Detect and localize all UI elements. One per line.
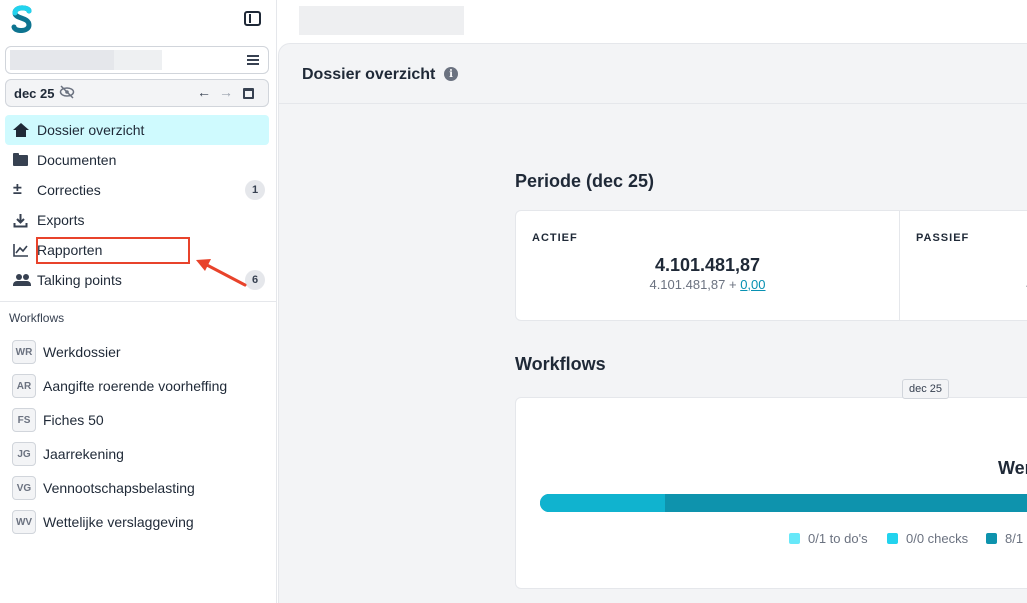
actief-sub-value: 4.101.481,87 + [649,277,741,292]
workflow-item-vennootschapsbelasting[interactable]: VG Vennootschapsbelasting [5,471,269,505]
actief-label: ACTIEF [532,232,578,244]
actief-value: 4.101.481,87 [654,255,761,275]
workflow-code-badge: AR [12,374,36,398]
legend-item-checks: 0/0 checks [887,531,968,546]
home-icon [5,123,37,137]
sidebar-toggle-icon[interactable] [244,11,261,26]
legend-item-todos: 0/1 to do's [789,531,868,546]
workflow-label: Werkdossier [43,344,121,360]
nav-item-exports[interactable]: Exports [5,205,269,235]
chart-line-icon [5,243,37,257]
workflow-label: Fiches 50 [43,412,104,428]
legend-swatch [789,533,800,544]
workflow-item-wettelijke-verslaggeving[interactable]: WV Wettelijke verslaggeving [5,505,269,539]
workflows-section-title: Workflows [515,354,606,374]
page-title: Dossier overzicht [302,66,436,83]
previous-period-icon[interactable]: ← [197,84,211,100]
balance-card: ACTIEF 4.101.481,87 4.101.481,87 + 0,00 … [515,210,1027,321]
nav-label: Talking points [37,272,122,288]
next-period-icon[interactable]: → [219,84,233,100]
workflow-progress-bar[interactable] [540,494,1027,512]
period-selector[interactable]: dec 25 ← → [5,79,269,107]
page-header: Dossier overzicht i [279,44,1027,104]
workflow-code-badge: VG [12,476,36,500]
workflow-label: Jaarrekening [43,446,124,462]
workflow-code-badge: WV [12,510,36,534]
nav-item-dossier-overzicht[interactable]: Dossier overzicht [5,115,269,145]
users-icon [5,274,37,286]
nav-label: Exports [37,212,85,228]
plus-minus-icon: ± [13,181,22,198]
legend-swatch [887,533,898,544]
legend-item-done: 8/1 [986,531,1023,546]
app-logo[interactable] [11,5,33,33]
menu-icon[interactable] [247,55,259,65]
dossier-name-placeholder [10,50,114,70]
count-badge: 1 [245,180,265,200]
legend-swatch [986,533,997,544]
sidebar-divider [0,301,277,302]
dossier-selector[interactable] [5,46,269,74]
workflow-label: Aangifte roerende voorheffing [43,378,228,394]
actief-breakdown: 4.101.481,87 + 0,00 [516,277,899,292]
progress-segment-todo [540,494,665,512]
period-title: Periode (dec 25) [515,171,655,191]
workflow-label: Wettelijke verslaggeving [43,514,194,530]
workflow-item-fiches-50[interactable]: FS Fiches 50 [5,403,269,437]
sidebar: dec 25 ← → Dossier overzicht Documenten … [0,0,277,603]
workflow-item-werkdossier[interactable]: WR Werkdossier [5,335,269,369]
calendar-icon[interactable] [243,88,254,99]
folder-icon [5,152,37,166]
nav-label: Dossier overzicht [37,122,145,138]
workflow-progress-card: Wer 0/1 to do's 0/0 checks 8/1 [515,397,1027,589]
main-content: Dossier overzicht i Periode (dec 25) ACT… [278,43,1027,603]
column-divider [899,211,900,320]
workflow-label: Vennootschapsbelasting [43,480,195,496]
info-icon[interactable]: i [444,67,458,81]
nav-label: Correcties [37,182,101,198]
period-tooltip: dec 25 [902,379,950,399]
workflows-header: Workflows [9,311,65,325]
nav-item-documenten[interactable]: Documenten [5,145,269,175]
nav-item-correcties[interactable]: ± Correcties 1 [5,175,269,205]
top-bar-placeholder [299,6,464,35]
correction-link[interactable]: 0,00 [740,277,765,292]
workflow-code-badge: WR [12,340,36,364]
workflow-code-badge: JG [12,442,36,466]
nav-label: Documenten [37,152,117,168]
workflow-card-title: Wer [998,458,1027,478]
legend-label: 0/0 checks [906,531,969,546]
workflow-item-aangifte-roerende-voorheffing[interactable]: AR Aangifte roerende voorheffing [5,369,269,403]
annotation-arrow [196,259,247,287]
workflow-list: WR Werkdossier AR Aangifte roerende voor… [5,335,269,539]
passief-label: PASSIEF [916,232,970,244]
annotation-highlight-box [36,237,190,264]
dossier-number-placeholder [114,50,162,70]
workflow-item-jaarrekening[interactable]: JG Jaarrekening [5,437,269,471]
workflow-code-badge: FS [12,408,36,432]
period-label: dec 25 [14,86,55,101]
eye-off-icon[interactable] [59,85,75,102]
download-icon [5,213,37,228]
legend-label: 0/1 to do's [808,531,868,546]
legend-label: 8/1 [1005,531,1024,546]
